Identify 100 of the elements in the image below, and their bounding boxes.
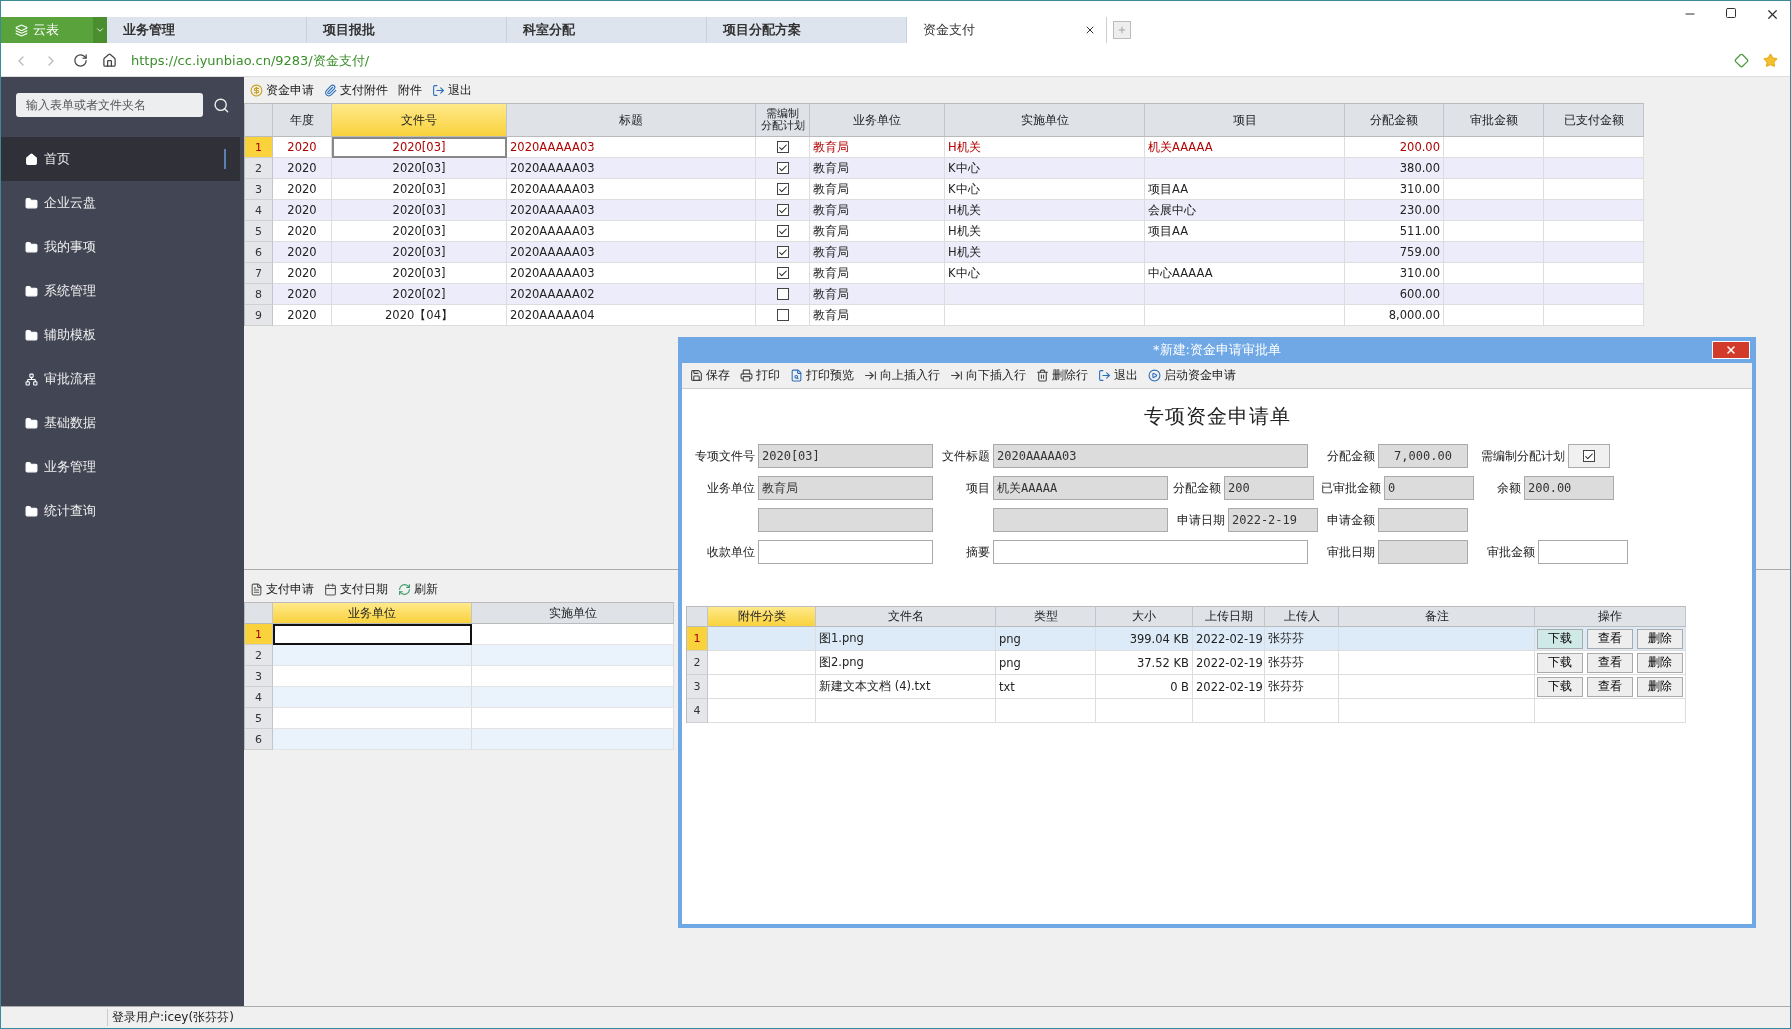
row-number[interactable]: 5 — [245, 708, 273, 729]
close-icon[interactable] — [1765, 7, 1780, 22]
search-field[interactable]: 输入表单或者文件夹名 — [16, 93, 204, 117]
toolbar-button[interactable]: 支付申请 — [250, 580, 314, 598]
row-number[interactable]: 1 — [245, 137, 273, 158]
checkbox[interactable] — [776, 246, 789, 258]
checkbox[interactable] — [776, 141, 789, 153]
sidebar-item[interactable]: 基础数据 — [1, 401, 240, 445]
column-header[interactable]: 附件分类 — [708, 607, 816, 627]
toolbar-button[interactable]: 退出 — [432, 81, 472, 99]
action-button[interactable]: 查看 — [1587, 652, 1633, 673]
input-field[interactable] — [758, 508, 933, 532]
row-number[interactable]: 4 — [245, 687, 273, 708]
row-number[interactable]: 1 — [687, 627, 708, 651]
checkbox[interactable] — [776, 267, 789, 279]
bookmark-star-icon[interactable] — [1763, 53, 1778, 68]
toolbar-button[interactable]: 向上插入行 — [864, 367, 940, 384]
toolbar-button[interactable]: 打印 — [740, 367, 780, 384]
sidebar-item[interactable]: 系统管理 — [1, 269, 240, 313]
toolbar-button[interactable]: 打印预览 — [790, 367, 854, 384]
column-header[interactable]: 分配金额 — [1345, 104, 1444, 137]
action-button[interactable]: 查看 — [1587, 676, 1633, 697]
column-header[interactable]: 项目 — [1145, 104, 1345, 137]
action-button[interactable]: 下载 — [1537, 628, 1583, 649]
input-field[interactable] — [758, 540, 933, 564]
row-number[interactable]: 7 — [245, 263, 273, 284]
checkbox[interactable] — [776, 183, 789, 195]
toolbar-button[interactable]: 附件 — [398, 81, 422, 99]
row-number[interactable]: 6 — [245, 729, 273, 750]
toolbar-button[interactable]: 删除行 — [1036, 367, 1088, 384]
column-header[interactable]: 大小 — [1096, 607, 1193, 627]
checkbox[interactable] — [1583, 450, 1595, 462]
input-field[interactable]: 2022-2-19 — [1228, 508, 1318, 532]
column-header[interactable]: 审批金额 — [1444, 104, 1544, 137]
column-header[interactable]: 文件名 — [816, 607, 996, 627]
table-cell[interactable] — [273, 624, 472, 645]
column-header[interactable]: 业务单位 — [810, 104, 945, 137]
input-field[interactable]: 教育局 — [758, 476, 933, 500]
checkbox[interactable] — [776, 309, 789, 321]
checkbox[interactable] — [776, 162, 789, 174]
row-number[interactable]: 5 — [245, 221, 273, 242]
sidebar-item[interactable]: 业务管理 — [1, 445, 240, 489]
input-field[interactable]: 机关AAAAA — [993, 476, 1168, 500]
sidebar-item[interactable]: 统计查询 — [1, 489, 240, 533]
sidebar-item[interactable]: 首页 — [1, 137, 240, 181]
sidebar-item[interactable]: 我的事项 — [1, 225, 240, 269]
input-field[interactable] — [993, 540, 1308, 564]
browser-tab[interactable]: 项目报批 — [307, 17, 507, 43]
toolbar-button[interactable]: 向下插入行 — [950, 367, 1026, 384]
column-header[interactable]: 实施单位 — [945, 104, 1145, 137]
column-header[interactable]: 已支付金额 — [1544, 104, 1644, 137]
action-button[interactable]: 删除 — [1637, 628, 1683, 649]
home-icon[interactable] — [102, 53, 117, 68]
action-button[interactable]: 下载 — [1537, 652, 1583, 673]
browser-tab[interactable]: 项目分配方案 — [707, 17, 907, 43]
row-number[interactable]: 4 — [245, 200, 273, 221]
action-button[interactable]: 下载 — [1537, 676, 1583, 697]
input-field[interactable]: 200.00 — [1524, 476, 1614, 500]
row-number[interactable]: 2 — [245, 158, 273, 179]
browser-tab[interactable]: 科室分配 — [507, 17, 707, 43]
checkbox[interactable] — [776, 204, 789, 216]
row-number[interactable]: 6 — [245, 242, 273, 263]
row-number[interactable]: 2 — [687, 651, 708, 675]
toolbar-button[interactable]: 保存 — [690, 367, 730, 384]
input-field[interactable] — [1378, 540, 1468, 564]
checkbox[interactable] — [776, 288, 789, 300]
browser-tab[interactable]: 业务管理 — [107, 17, 307, 43]
checkbox-field[interactable] — [1568, 444, 1610, 468]
row-number[interactable]: 1 — [245, 624, 273, 645]
input-field[interactable] — [993, 508, 1168, 532]
action-button[interactable]: 删除 — [1637, 652, 1683, 673]
column-header[interactable]: 备注 — [1339, 607, 1535, 627]
column-header[interactable]: 业务单位 — [273, 603, 472, 624]
input-field[interactable] — [1378, 508, 1468, 532]
extension-icon[interactable] — [1734, 53, 1749, 68]
action-button[interactable]: 查看 — [1587, 628, 1633, 649]
maximize-icon[interactable] — [1725, 7, 1737, 19]
column-header[interactable]: 标题 — [507, 104, 756, 137]
column-header[interactable]: 上传人 — [1265, 607, 1339, 627]
search-icon[interactable] — [213, 96, 230, 114]
row-number[interactable]: 8 — [245, 284, 273, 305]
input-field[interactable]: 0 — [1384, 476, 1474, 500]
row-number[interactable]: 3 — [245, 179, 273, 200]
toolbar-button[interactable]: 支付日期 — [324, 580, 388, 598]
row-number[interactable]: 4 — [687, 699, 708, 723]
row-number[interactable]: 3 — [245, 666, 273, 687]
toolbar-button[interactable]: 刷新 — [398, 580, 438, 598]
toolbar-button[interactable]: 启动资金申请 — [1148, 367, 1236, 384]
close-button[interactable] — [1712, 341, 1750, 359]
reload-icon[interactable] — [73, 53, 88, 68]
column-header[interactable]: 类型 — [996, 607, 1096, 627]
column-header[interactable]: 操作 — [1535, 607, 1686, 627]
close-icon[interactable] — [1084, 24, 1096, 36]
input-field[interactable]: 2020AAAAA03 — [993, 444, 1308, 468]
input-field[interactable]: 7,000.00 — [1378, 444, 1468, 468]
app-menu-button[interactable] — [93, 17, 107, 43]
action-button[interactable]: 删除 — [1637, 676, 1683, 697]
input-field[interactable]: 2020[03] — [758, 444, 933, 468]
new-tab-button[interactable] — [1113, 21, 1131, 39]
column-header[interactable]: 上传日期 — [1193, 607, 1265, 627]
